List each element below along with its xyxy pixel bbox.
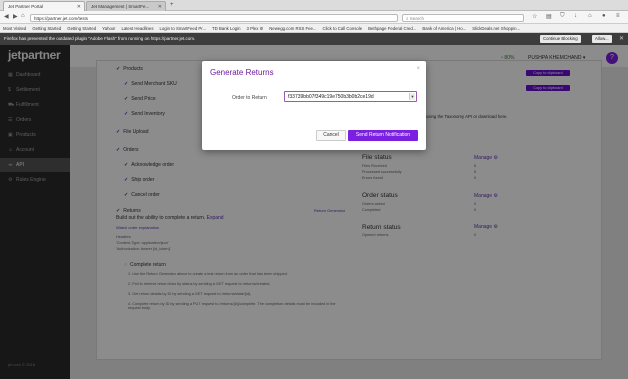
close-icon[interactable]: ✕ <box>619 35 624 42</box>
search-placeholder: Search <box>409 16 425 21</box>
allow-button[interactable]: Allow... <box>592 35 612 43</box>
bookmark-item[interactable]: Latest Headlines <box>121 26 153 31</box>
cancel-button[interactable]: Cancel <box>316 130 346 141</box>
bookmark-item[interactable]: Newegg.com RSS Fee... <box>269 26 316 31</box>
home-icon[interactable]: ⌂ <box>21 13 25 19</box>
menu-icon[interactable]: ≡ <box>616 13 620 19</box>
bookmark-item[interactable]: Login to SmartFeed Pr... <box>159 26 206 31</box>
star-icon[interactable]: ☆ <box>532 13 537 20</box>
close-icon[interactable]: × <box>416 66 420 72</box>
bookmark-item[interactable]: Bethpage Federal Cred... <box>368 26 416 31</box>
tab-jet-partner-portal[interactable]: Jet Partner Portal ✕ <box>3 1 85 11</box>
bookmark-item[interactable]: 3 Plex It! <box>246 26 263 31</box>
chat-icon[interactable]: ● <box>602 13 606 19</box>
continue-blocking-button[interactable]: Continue Blocking <box>540 35 581 43</box>
bookmark-item[interactable]: Click to Call Console <box>323 26 363 31</box>
home-button-icon[interactable]: ⌂ <box>588 13 592 19</box>
close-icon[interactable]: ✕ <box>77 4 81 10</box>
send-return-notification-button[interactable]: Send Return Notification <box>348 130 418 141</box>
bookmarks-bar: Most Visited Getting Started Getting Start… <box>0 24 628 33</box>
bookmark-item[interactable]: TD Bank Login <box>212 26 240 31</box>
order-select[interactable]: f33739bb07f349c19e750b3b0b2ce19d ▼ <box>284 91 417 102</box>
bookmark-item[interactable]: Getting Started <box>67 26 96 31</box>
bookmark-item[interactable]: Yahoo! <box>102 26 115 31</box>
shield-icon[interactable]: ⛉ <box>560 13 565 20</box>
notification-text: Firefox has prevented the outdated plugi… <box>4 36 196 41</box>
forward-icon[interactable]: ▶ <box>13 13 18 20</box>
bookmark-item[interactable]: Bank of America | Ho... <box>422 26 466 31</box>
back-icon[interactable]: ◀ <box>4 13 9 20</box>
bookmark-item[interactable]: Most Visited <box>3 26 26 31</box>
url-bar[interactable]: https://partner.jet.com/tests <box>30 14 398 22</box>
url-text: https://partner.jet.com/tests <box>34 16 89 21</box>
close-icon[interactable]: ✕ <box>158 4 162 10</box>
chevron-down-icon[interactable]: ▼ <box>409 93 415 100</box>
plugin-notification-bar: Firefox has prevented the outdated plugi… <box>0 33 628 45</box>
order-to-return-label: Order to Return <box>232 95 267 101</box>
reader-icon[interactable]: ▤ <box>546 13 552 20</box>
modal-title: Generate Returns <box>210 68 274 77</box>
bookmark-item[interactable]: SlickDeals.net Shoppin... <box>472 26 520 31</box>
tab-label: Jet Partner Portal <box>8 4 44 9</box>
tab-jet-management[interactable]: Jet Management | SmartFe... ✕ <box>86 1 166 11</box>
download-icon[interactable]: ↓ <box>574 13 577 19</box>
order-select-value: f33739bb07f349c19e750b3b0b2ce19d <box>288 94 374 100</box>
generate-returns-modal: Generate Returns × Order to Return f3373… <box>202 61 426 150</box>
bookmark-item[interactable]: Getting Started <box>32 26 61 31</box>
tab-label: Jet Management | SmartFe... <box>91 4 150 9</box>
new-tab-icon[interactable]: + <box>170 2 174 8</box>
search-input[interactable]: ⌕ Search <box>402 14 524 22</box>
